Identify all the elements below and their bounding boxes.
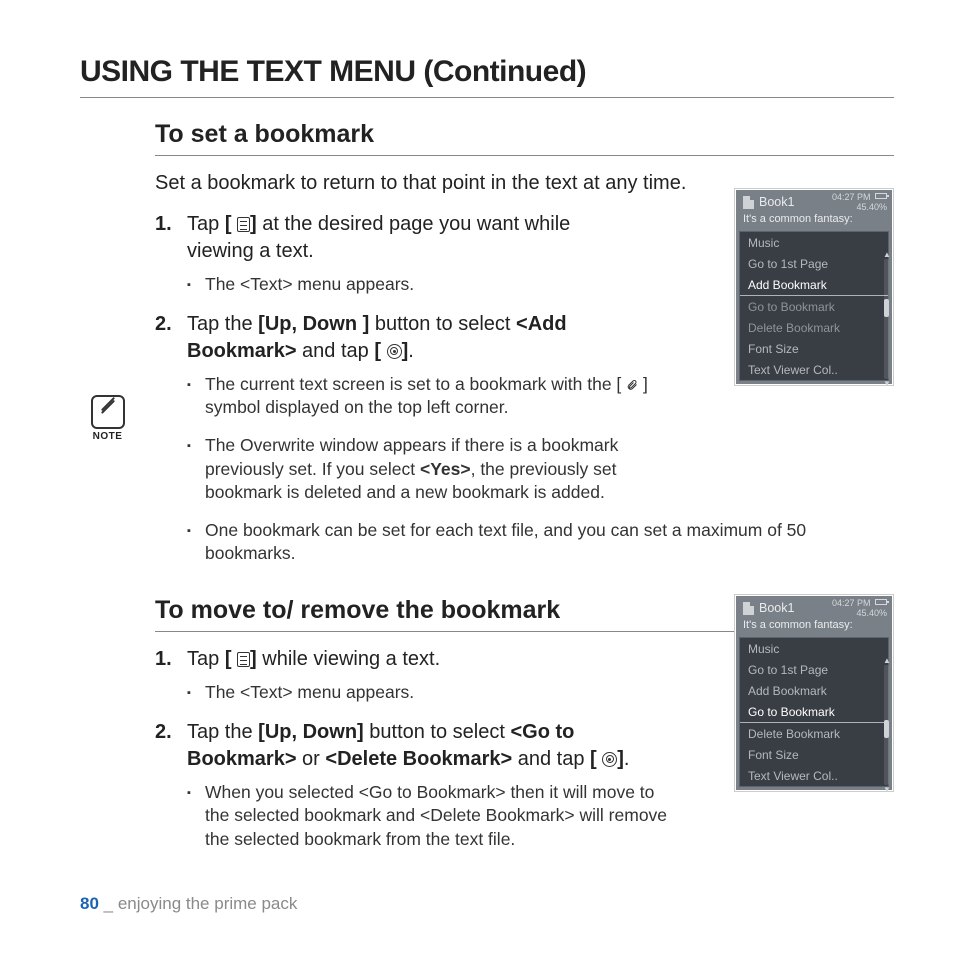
device-excerpt: It's a common fantasy: — [735, 619, 893, 637]
device-menu: Music Go to 1st Page Add Bookmark Go to … — [739, 231, 889, 381]
document-icon — [743, 602, 754, 615]
scroll-down-icon: ▼ — [883, 380, 890, 387]
section1-heading: To set a bookmark — [155, 120, 894, 156]
note-item-2: One bookmark can be set for each text fi… — [187, 519, 872, 566]
menu-item-goto-bookmark: Go to Bookmark — [740, 296, 888, 317]
battery-icon — [875, 193, 887, 199]
step-number: 2. — [155, 719, 177, 773]
note-item-1: The Overwrite window appears if there is… — [187, 434, 647, 505]
target-icon — [387, 344, 402, 359]
menu-item-text-color: Text Viewer Col.. — [740, 359, 888, 380]
device-scrollbar: ▲ ▼ — [884, 259, 889, 379]
note-callout: NOTE — [80, 395, 135, 442]
page-number: 80 — [80, 894, 99, 913]
device-excerpt: It's a common fantasy: — [735, 213, 893, 231]
scroll-thumb — [884, 720, 889, 738]
step-number: 1. — [155, 211, 177, 265]
device-scrollbar: ▲ ▼ — [884, 665, 889, 785]
scroll-up-icon: ▲ — [883, 251, 890, 258]
device-menu: Music Go to 1st Page Add Bookmark Go to … — [739, 637, 889, 787]
paperclip-icon — [626, 378, 638, 392]
step-number: 1. — [155, 646, 177, 673]
section2-step1-sub: The <Text> menu appears. — [187, 681, 687, 705]
scroll-down-icon: ▼ — [883, 786, 890, 793]
section1-step2-sub1: The current text screen is set to a book… — [187, 373, 687, 420]
scroll-up-icon: ▲ — [883, 657, 890, 664]
menu-item-font-size: Font Size — [740, 744, 888, 765]
menu-icon — [237, 217, 250, 232]
device-status: 04:27 PM 45.40% — [832, 599, 887, 619]
footer-chapter: enjoying the prime pack — [118, 894, 298, 913]
note-icon — [91, 395, 125, 429]
scroll-thumb — [884, 299, 889, 317]
menu-item-first-page: Go to 1st Page — [740, 659, 888, 680]
menu-item-add-bookmark: Add Bookmark — [740, 274, 888, 296]
device-screenshot-2: Book1 04:27 PM 45.40% It's a common fant… — [734, 594, 894, 792]
menu-icon — [237, 652, 250, 667]
target-icon — [602, 752, 617, 767]
device-status: 04:27 PM 45.40% — [832, 193, 887, 213]
menu-item-font-size: Font Size — [740, 338, 888, 359]
menu-item-delete-bookmark: Delete Bookmark — [740, 723, 888, 744]
menu-item-music: Music — [740, 232, 888, 253]
device-book-title: Book1 — [759, 601, 794, 615]
section2-step2-sub: When you selected <Go to Bookmark> then … — [187, 781, 677, 852]
section1-step1-sub: The <Text> menu appears. — [187, 273, 687, 297]
document-icon — [743, 196, 754, 209]
note-label: NOTE — [80, 431, 135, 442]
page-title: USING THE TEXT MENU (Continued) — [80, 55, 894, 98]
menu-item-goto-bookmark: Go to Bookmark — [740, 701, 888, 723]
menu-item-music: Music — [740, 638, 888, 659]
menu-item-delete-bookmark: Delete Bookmark — [740, 317, 888, 338]
menu-item-add-bookmark: Add Bookmark — [740, 680, 888, 701]
device-book-title: Book1 — [759, 195, 794, 209]
page-footer: 80 _ enjoying the prime pack — [80, 894, 297, 914]
battery-icon — [875, 599, 887, 605]
step-number: 2. — [155, 311, 177, 365]
device-screenshot-1: Book1 04:27 PM 45.40% It's a common fant… — [734, 188, 894, 386]
menu-item-text-color: Text Viewer Col.. — [740, 765, 888, 786]
menu-item-first-page: Go to 1st Page — [740, 253, 888, 274]
